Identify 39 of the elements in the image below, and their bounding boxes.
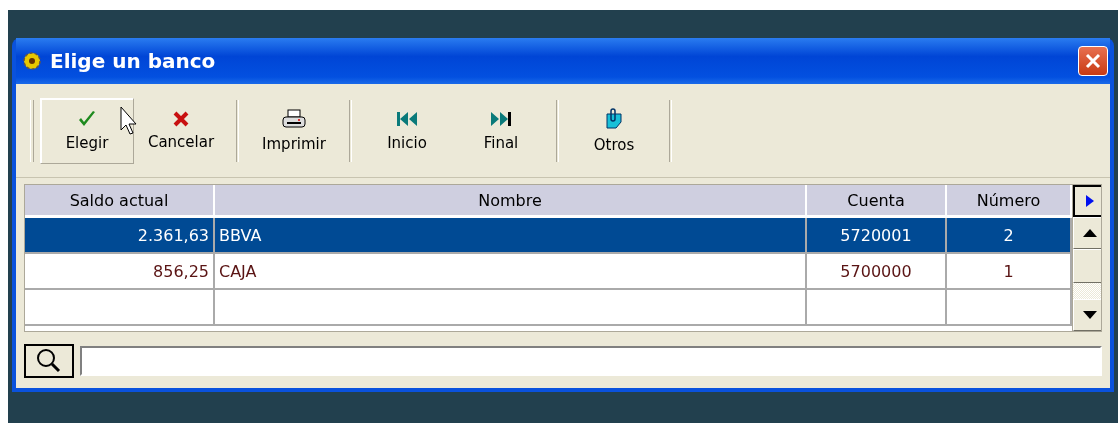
toolbar-button[interactable]: Elegir [40, 97, 134, 164]
table-cell: 856,25 [25, 254, 215, 290]
skip-first-icon [395, 109, 419, 128]
table-row[interactable]: 2.361,63 BBVA 5720001 2 [25, 218, 1072, 254]
scroll-up-icon [1083, 229, 1097, 237]
toolbar-button[interactable]: Inicio [360, 97, 454, 164]
table-cell: 2.361,63 [25, 218, 215, 254]
scroll-down-button[interactable] [1073, 299, 1101, 331]
window-title: Elige un banco [50, 49, 217, 73]
printer-icon [282, 108, 306, 129]
scroll-up-button[interactable] [1073, 217, 1101, 249]
table-row[interactable]: 856,25 CAJA 5700000 1 [25, 254, 1072, 290]
scrollbar-thumb[interactable] [1073, 249, 1101, 283]
triangle-right-icon [1085, 194, 1095, 208]
flower-icon [22, 51, 42, 71]
table-cell: BBVA [215, 218, 807, 254]
column-header[interactable]: Nombre [215, 185, 807, 218]
scroll-down-icon [1083, 311, 1097, 319]
close-button[interactable] [1078, 46, 1108, 76]
search-field[interactable] [80, 346, 1102, 376]
toolbar-button[interactable]: Otros [567, 97, 661, 164]
toolbar-button[interactable]: Cancelar [134, 97, 228, 164]
column-header[interactable]: Número [947, 185, 1072, 218]
mouse-cursor-icon [120, 106, 140, 136]
search-button[interactable] [24, 344, 74, 378]
skip-last-icon [489, 109, 513, 128]
close-icon [1084, 52, 1102, 70]
clipboard-icon [603, 107, 625, 130]
table-cell: 5720001 [807, 218, 947, 254]
table-cell: CAJA [215, 254, 807, 290]
toolbar-button[interactable]: Final [454, 97, 548, 164]
table-cell: 5700000 [807, 254, 947, 290]
toolbar-button[interactable]: Imprimir [247, 97, 341, 164]
column-header[interactable]: Saldo actual [25, 185, 215, 218]
column-header[interactable]: Cuenta [807, 185, 947, 218]
search-icon [35, 348, 63, 374]
cross-icon [173, 110, 189, 127]
column-picker-button[interactable] [1073, 185, 1101, 217]
checkmark-icon [77, 109, 97, 128]
